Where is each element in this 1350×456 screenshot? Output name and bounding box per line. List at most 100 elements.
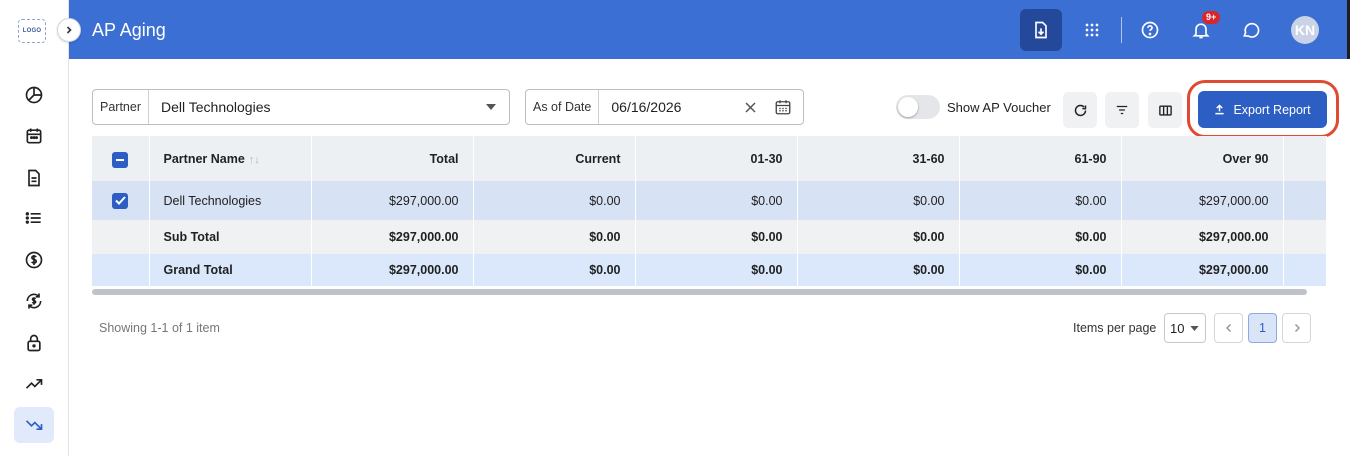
- sidebar-toggle-button[interactable]: [57, 18, 81, 42]
- cell-total: $297,000.00: [311, 181, 474, 220]
- subtotal-31-60: $0.00: [797, 220, 960, 254]
- as-of-date-label: As of Date: [526, 90, 600, 124]
- items-per-page-value: 10: [1170, 320, 1185, 336]
- notification-badge: 9+: [1202, 11, 1221, 24]
- caret-down-icon: [1190, 325, 1200, 331]
- subtotal-01-30: $0.00: [635, 220, 798, 254]
- export-report-label: Export Report: [1233, 102, 1311, 117]
- subtotal-61-90: $0.00: [959, 220, 1122, 254]
- col-current[interactable]: Current: [473, 136, 636, 181]
- show-ap-voucher-toggle[interactable]: [896, 95, 940, 119]
- subtotal-label: Sub Total: [149, 220, 312, 254]
- columns-icon: [1158, 104, 1172, 116]
- check-icon: [115, 196, 126, 205]
- aging-table: Partner Name ↑↓ Total Current 01-30 31-60…: [92, 136, 1327, 286]
- apps-grid-icon: [1085, 23, 1099, 37]
- select-all-checkbox[interactable]: [112, 151, 129, 168]
- minus-icon: [116, 158, 125, 161]
- page-button-1[interactable]: 1: [1248, 313, 1277, 343]
- dashboard-icon: [25, 86, 43, 104]
- help-button[interactable]: [1134, 14, 1166, 46]
- toggle-knob: [898, 97, 918, 117]
- filter-icon: [1116, 105, 1128, 115]
- items-per-page-label: Items per page: [1073, 321, 1157, 335]
- col-31-60[interactable]: 31-60: [797, 136, 960, 181]
- subtotal-row: Sub Total $297,000.00 $0.00 $0.00 $0.00 …: [92, 220, 1327, 254]
- chat-icon: [1243, 22, 1260, 38]
- as-of-date-field[interactable]: As of Date 06/16/2026: [525, 89, 804, 125]
- subtotal-current: $0.00: [473, 220, 636, 254]
- col-over-90[interactable]: Over 90: [1121, 136, 1284, 181]
- header-divider: [1121, 17, 1122, 43]
- export-report-button[interactable]: Export Report: [1198, 91, 1327, 128]
- table-row[interactable]: Dell Technologies $297,000.00 $0.00 $0.0…: [92, 181, 1327, 220]
- prev-page-button[interactable]: [1214, 313, 1243, 343]
- avatar[interactable]: KN: [1291, 16, 1319, 44]
- refresh-icon: [1074, 104, 1086, 116]
- app-logo[interactable]: LOGO: [18, 19, 46, 43]
- cell-over-90: $297,000.00: [1121, 181, 1284, 220]
- caret-down-icon: [486, 104, 496, 110]
- columns-button[interactable]: [1148, 92, 1182, 128]
- sidebar-item-payments[interactable]: [14, 242, 54, 278]
- sidebar-item-ap-aging[interactable]: [14, 407, 54, 443]
- top-header: AP Aging 9+ KN: [69, 0, 1350, 59]
- upload-icon: [1215, 104, 1225, 115]
- cell-partner: Dell Technologies: [149, 181, 312, 220]
- horizontal-scrollbar[interactable]: [92, 289, 1307, 295]
- row-checkbox[interactable]: [112, 192, 129, 209]
- sort-icon[interactable]: ↑↓: [249, 154, 260, 166]
- document-icon: [28, 169, 40, 187]
- calendar-picker-icon[interactable]: [774, 98, 792, 116]
- grandtotal-current: $0.00: [473, 254, 636, 286]
- showing-count: Showing 1-1 of 1 item: [99, 321, 220, 335]
- grandtotal-total: $297,000.00: [311, 254, 474, 286]
- chat-button[interactable]: [1235, 14, 1267, 46]
- trending-up-icon: [25, 379, 43, 389]
- cell-61-90: $0.00: [959, 181, 1122, 220]
- grandtotal-01-30: $0.00: [635, 254, 798, 286]
- download-button[interactable]: [1020, 9, 1062, 51]
- sidebar-item-list[interactable]: [14, 200, 54, 236]
- subtotal-over-90: $297,000.00: [1121, 220, 1284, 254]
- notifications-button[interactable]: 9+: [1185, 11, 1221, 46]
- download-file-icon: [1035, 21, 1047, 39]
- next-page-button[interactable]: [1282, 313, 1311, 343]
- items-per-page-select[interactable]: 10: [1164, 313, 1206, 343]
- chevron-right-icon: [66, 26, 72, 34]
- sidebar-item-dashboard[interactable]: [14, 77, 54, 113]
- grandtotal-61-90: $0.00: [959, 254, 1122, 286]
- clear-icon[interactable]: [745, 101, 756, 113]
- grandtotal-31-60: $0.00: [797, 254, 960, 286]
- col-partner-name[interactable]: Partner Name ↑↓: [149, 136, 312, 181]
- sidebar-item-documents[interactable]: [14, 160, 54, 196]
- partner-select[interactable]: Partner Dell Technologies: [92, 89, 510, 125]
- sidebar-item-ar-aging[interactable]: [14, 366, 54, 402]
- dollar-sync-icon: [26, 293, 42, 309]
- page-title: AP Aging: [92, 20, 166, 40]
- calendar-icon: [26, 128, 42, 144]
- sidebar-item-security[interactable]: [14, 325, 54, 361]
- sidebar-item-transactions[interactable]: [14, 283, 54, 319]
- sidebar-item-calendar[interactable]: [14, 118, 54, 154]
- col-spacer: [1283, 136, 1327, 181]
- refresh-button[interactable]: [1063, 92, 1097, 128]
- dollar-icon: [25, 251, 43, 269]
- col-total[interactable]: Total: [311, 136, 474, 181]
- table-header-row: Partner Name ↑↓ Total Current 01-30 31-60…: [92, 136, 1327, 181]
- apps-button[interactable]: [1076, 14, 1108, 46]
- list-icon: [25, 212, 41, 224]
- as-of-date-value: 06/16/2026: [611, 99, 682, 115]
- chevron-right-icon: [1294, 323, 1300, 333]
- filter-button[interactable]: [1105, 92, 1139, 128]
- subtotal-total: $297,000.00: [311, 220, 474, 254]
- sidebar: LOGO: [0, 0, 69, 456]
- show-ap-voucher-label: Show AP Voucher: [947, 100, 1051, 115]
- grandtotal-over-90: $297,000.00: [1121, 254, 1284, 286]
- col-61-90[interactable]: 61-90: [959, 136, 1122, 181]
- help-icon: [1141, 21, 1159, 39]
- col-01-30[interactable]: 01-30: [635, 136, 798, 181]
- cell-31-60: $0.00: [797, 181, 960, 220]
- partner-label: Partner: [93, 90, 149, 124]
- grandtotal-label: Grand Total: [149, 254, 312, 286]
